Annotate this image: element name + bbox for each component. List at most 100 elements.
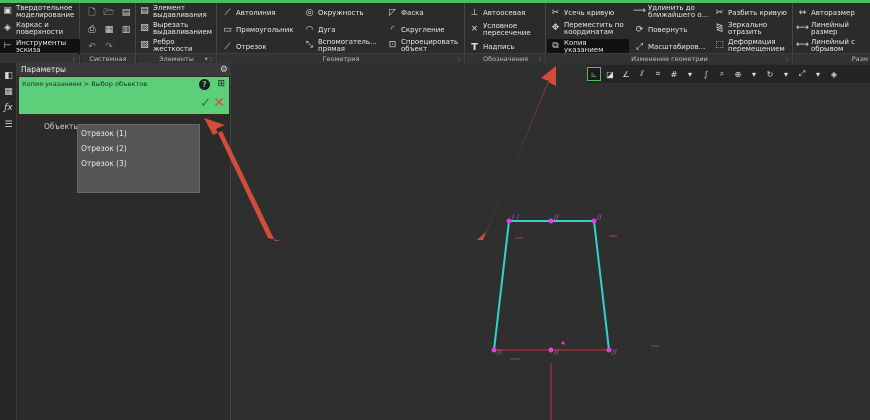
tab-wireframe-surfaces[interactable]: ◈ Каркас и поверхности bbox=[2, 21, 63, 37]
button-label: ближайшего о... bbox=[648, 11, 709, 19]
rectangle-button[interactable]: ▭ Прямоугольник bbox=[222, 23, 293, 39]
button-label: Окружность bbox=[318, 9, 364, 18]
list-item[interactable]: Отрезок (3) bbox=[81, 159, 127, 168]
rotate-button[interactable]: ⟳ Повернуть bbox=[634, 23, 688, 39]
print-icon[interactable]: ⎙ bbox=[85, 23, 99, 37]
tab-solid-modeling[interactable]: ▣ Твердотельное моделирование bbox=[2, 4, 74, 20]
autoline-icon: ⟋ bbox=[224, 8, 231, 19]
breadcrumb: Копия указанием > Выбор объектов bbox=[22, 80, 148, 88]
cut-extrude-button[interactable]: ▨ Вырезать выдавливанием bbox=[139, 21, 212, 37]
variables-fx-icon[interactable]: ƒx bbox=[2, 101, 15, 114]
constraint-mark: // bbox=[554, 213, 559, 221]
button-label: перемещением bbox=[728, 45, 785, 53]
group-label: Обозначения ⁝ bbox=[466, 53, 545, 63]
layers-icon[interactable]: ☰ bbox=[2, 118, 15, 131]
rib-button[interactable]: ▧ Ребро жесткости bbox=[139, 38, 193, 54]
sketch-point bbox=[548, 347, 554, 353]
properties-icon[interactable]: ▥ bbox=[119, 23, 133, 37]
tree-icon[interactable]: ⊞ bbox=[217, 79, 225, 89]
tab-label: моделирование bbox=[16, 11, 75, 19]
tab-label: поверхности bbox=[16, 28, 64, 36]
chamfer-icon: ◸ bbox=[389, 8, 396, 19]
grid-doc-icon[interactable]: ▦ bbox=[102, 23, 116, 37]
button-label: Автолиния bbox=[236, 9, 276, 18]
linear-size-button[interactable]: ⟷ Линейный размер bbox=[796, 21, 849, 37]
trim-icon: ✂ bbox=[551, 8, 560, 19]
project-button[interactable]: ⊡ Спроецировать объект bbox=[387, 38, 458, 54]
gear-icon[interactable]: ⚙ bbox=[220, 64, 228, 77]
sketch-segment-right bbox=[593, 220, 610, 351]
designations-group-label: Обозначения bbox=[482, 55, 528, 63]
project-icon: ⊡ bbox=[388, 40, 397, 51]
surface-icon: ◈ bbox=[4, 23, 11, 34]
fillet-icon: ◜ bbox=[390, 25, 395, 36]
button-label: Усечь кривую bbox=[564, 9, 615, 18]
new-doc-icon[interactable]: 🗋 bbox=[85, 6, 99, 20]
save-icon[interactable]: ▤ bbox=[119, 6, 133, 20]
button-label: Авторазмер bbox=[811, 9, 855, 18]
button-label: жесткости bbox=[153, 45, 193, 53]
size-group-label: Разм bbox=[851, 55, 868, 63]
system-group-label: Системная bbox=[89, 55, 127, 63]
extrude-icon: ▤ bbox=[140, 6, 149, 17]
intersection-icon: ⨯ bbox=[470, 24, 479, 35]
extend-icon: ⟶ bbox=[633, 6, 646, 17]
redo-icon[interactable]: ↷ bbox=[102, 40, 116, 54]
panel-header: Параметры ⚙ bbox=[17, 63, 231, 76]
undo-icon[interactable]: ↶ bbox=[85, 40, 99, 54]
objects-list[interactable]: Отрезок (1) Отрезок (2) Отрезок (3) bbox=[77, 124, 200, 193]
constraint-mark: // bbox=[612, 348, 617, 356]
mirror-button[interactable]: ⧎ Зеркально отразить bbox=[714, 21, 768, 37]
button-label: обрывом bbox=[811, 45, 844, 53]
system-group: 🗋 🗁 ▤ ⎙ ▦ ▥ ↶ ↷ Системная bbox=[81, 3, 136, 63]
aux-line-button[interactable]: ⤡ Вспомогатель... прямая bbox=[304, 38, 377, 54]
linear-break-button[interactable]: ⟷ Линейный с обрывом bbox=[796, 38, 855, 54]
help-icon[interactable]: ? bbox=[199, 79, 210, 90]
open-doc-icon[interactable]: 🗁 bbox=[102, 6, 116, 20]
move-by-coords-button[interactable]: ✥ Переместить по координатам bbox=[550, 21, 624, 37]
model-tree-icon[interactable]: ◧ bbox=[2, 69, 15, 82]
segment-icon: ⟋ bbox=[224, 42, 231, 53]
button-label: Масштабиров... bbox=[648, 43, 706, 52]
button-label: пересечение bbox=[483, 29, 531, 37]
constraint-mark: // bbox=[554, 348, 559, 356]
move-icon: ✥ bbox=[551, 23, 560, 34]
text-icon: T bbox=[471, 42, 478, 54]
cond-intersection-button[interactable]: ⨯ Условное пересечение bbox=[469, 22, 531, 38]
sketch-geometry[interactable]: / / // // // // // bbox=[232, 63, 870, 420]
group-label: Разм bbox=[794, 53, 870, 63]
ok-check-icon[interactable]: ✓ bbox=[200, 96, 211, 111]
extend-button[interactable]: ⟶ Удлинить до ближайшего о... bbox=[633, 4, 709, 20]
constraint-mark: // bbox=[597, 213, 602, 221]
mirror-icon: ⧎ bbox=[715, 23, 724, 34]
button-label: Отрезок bbox=[236, 43, 267, 52]
list-item[interactable]: Отрезок (1) bbox=[81, 129, 127, 138]
left-toolstrip: ◧ ▦ ƒx ☰ bbox=[0, 63, 17, 420]
edit-geometry-group: ✂ Усечь кривую ✥ Переместить по координат… bbox=[547, 3, 793, 63]
elements-group: ▤ Элемент выдавливания ▨ Вырезать выдавлив… bbox=[137, 3, 217, 63]
list-item[interactable]: Отрезок (2) bbox=[81, 144, 127, 153]
rib-icon: ▧ bbox=[140, 40, 149, 51]
group-label: Системная bbox=[81, 53, 135, 63]
deform-button[interactable]: ⬚ Деформация перемещением bbox=[714, 38, 785, 54]
autoaxis-button[interactable]: ⊥ Автоосевая bbox=[469, 6, 526, 22]
button-label: Повернуть bbox=[648, 26, 688, 35]
geometry-group-label: Геометрия bbox=[322, 55, 360, 63]
button-label: Фаска bbox=[401, 9, 424, 18]
extrude-button[interactable]: ▤ Элемент выдавливания bbox=[139, 4, 207, 20]
chamfer-button[interactable]: ◸ Фаска bbox=[387, 6, 424, 22]
button-label: выдавливания bbox=[153, 11, 207, 19]
drawing-canvas[interactable]: ⊾ ◪ ∠ ⫽ ⌗ # ▾ ∫ ⌕ ⊕ ▾ ↻ ▾ ⤢ ▾ ◈ / / // /… bbox=[232, 63, 870, 420]
button-label: Дуга bbox=[318, 26, 336, 35]
button-label: координатам bbox=[564, 28, 614, 36]
sketch-point bbox=[561, 341, 565, 345]
group-label: Геометрия ⁝ bbox=[218, 53, 464, 63]
autoline-button[interactable]: ⟋ Автолиния bbox=[222, 6, 276, 22]
copy-icon: ⧉ bbox=[552, 41, 559, 52]
properties-tree-icon[interactable]: ▦ bbox=[2, 85, 15, 98]
button-label: Надпись bbox=[483, 43, 515, 52]
rectangle-icon: ▭ bbox=[223, 25, 232, 36]
elements-group-label: Элементы bbox=[159, 55, 194, 63]
cancel-close-icon[interactable]: ✕ bbox=[213, 95, 225, 111]
circle-button[interactable]: ◎ Окружность bbox=[304, 6, 364, 22]
